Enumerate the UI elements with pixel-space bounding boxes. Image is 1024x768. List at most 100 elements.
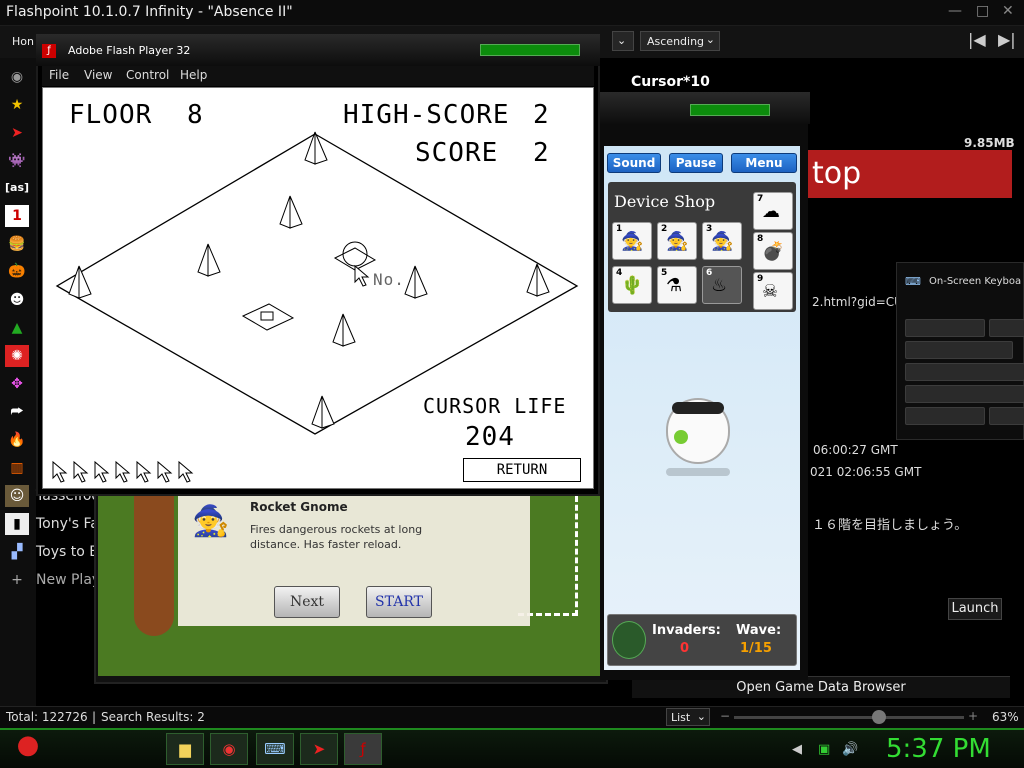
- date-modified: 021 02:06:55 GMT: [810, 465, 922, 479]
- file-size: 9.85MB: [964, 136, 1015, 150]
- osk-key[interactable]: [989, 319, 1024, 337]
- pyramid-obstacle: [68, 265, 92, 299]
- fire-icon[interactable]: 🔥: [5, 429, 29, 451]
- life-cursor-icon: [94, 460, 110, 483]
- wave-label: Wave:: [736, 623, 782, 638]
- pyramid-obstacle: [404, 265, 428, 299]
- shop-item-7[interactable]: 7 ☁: [753, 192, 793, 230]
- zoom-slider-thumb[interactable]: [871, 710, 886, 724]
- shop-item-9[interactable]: 9 ☠: [753, 272, 793, 310]
- sound-button[interactable]: Sound: [607, 153, 661, 173]
- blocks-icon[interactable]: ▞: [5, 541, 29, 563]
- separator: |: [92, 710, 97, 724]
- person-icon[interactable]: ▮: [5, 513, 29, 535]
- tree-icon[interactable]: ▲: [5, 317, 29, 339]
- dirt-path: [134, 496, 174, 636]
- order-dropdown[interactable]: ⌄: [612, 31, 634, 51]
- life-cursor-icon: [52, 460, 68, 483]
- audio-icon[interactable]: ▥: [5, 457, 29, 479]
- badge-icon[interactable]: ✺: [5, 345, 29, 367]
- folder-icon[interactable]: ▆: [166, 733, 204, 765]
- start-button[interactable]: START: [366, 586, 432, 618]
- star-icon[interactable]: ★: [5, 94, 29, 116]
- start-button-angry-bird-icon[interactable]: ●: [8, 730, 48, 768]
- pixel-icon[interactable]: ✥: [5, 373, 29, 395]
- view-mode-select[interactable]: List ⌄: [666, 708, 710, 726]
- tray-arrow-icon[interactable]: ◀: [792, 742, 802, 757]
- gnome-icon: 🧙: [666, 231, 689, 252]
- new-playlist-button[interactable]: New Play: [36, 572, 100, 588]
- close-icon[interactable]: ✕: [1002, 3, 1014, 19]
- osk-key[interactable]: [905, 363, 1024, 381]
- tower-tooltip: 🧙 Rocket Gnome Fires dangerous rockets a…: [178, 496, 530, 626]
- keyboard-icon[interactable]: ⌨: [256, 733, 294, 765]
- sidebar-right-toggle-icon[interactable]: ▶|: [998, 30, 1016, 49]
- life-cursor-icon: [157, 460, 173, 483]
- flash-player-icon: ƒ: [42, 44, 56, 58]
- eye-icon[interactable]: ◉: [5, 66, 29, 88]
- osk-key[interactable]: [905, 407, 985, 425]
- shop-item-8[interactable]: 8 💣: [753, 232, 793, 270]
- flash-player-icon[interactable]: ƒ: [344, 733, 382, 765]
- pause-button[interactable]: Pause: [669, 153, 723, 173]
- pyramid-obstacle: [311, 395, 335, 429]
- menu-control[interactable]: Control: [126, 68, 169, 82]
- osk-key[interactable]: [905, 319, 985, 337]
- flashpoint-icon[interactable]: ➤: [300, 733, 338, 765]
- share-icon[interactable]: ⮫: [5, 401, 29, 423]
- shop-item-6[interactable]: 6 ♨: [702, 266, 742, 304]
- bomb-icon: 💣: [762, 241, 785, 262]
- shop-item-3[interactable]: 3 🧙: [702, 222, 742, 260]
- zoom-level: 63%: [992, 710, 1019, 724]
- zoom-slider[interactable]: [734, 710, 964, 724]
- volume-icon[interactable]: 🔊: [842, 742, 858, 757]
- zoom-out-icon[interactable]: −: [720, 709, 730, 723]
- skull-icon: ☠: [762, 281, 779, 302]
- menu-button[interactable]: Menu: [731, 153, 797, 173]
- flash-arrow-icon[interactable]: ➤: [5, 122, 29, 144]
- shop-title: Device Shop: [614, 192, 716, 211]
- start-pad: [241, 303, 295, 331]
- sort-order-select[interactable]: Ascending ⌄: [640, 31, 720, 51]
- plus-icon[interactable]: +: [5, 569, 29, 591]
- window-title: Flashpoint 10.1.0.7 Infinity - "Absence …: [6, 4, 293, 20]
- shop-item-2[interactable]: 2 🧙: [657, 222, 697, 260]
- shop-item-4[interactable]: 4 🌵: [612, 266, 652, 304]
- chrome-icon[interactable]: ◉: [210, 733, 248, 765]
- shop-item-5[interactable]: 5 ⚗: [657, 266, 697, 304]
- space-invader-icon[interactable]: 👾: [5, 150, 29, 172]
- menu-help[interactable]: Help: [180, 68, 207, 82]
- chevron-down-icon: ⌄: [705, 33, 715, 46]
- osk-key[interactable]: [905, 385, 1024, 403]
- sidebar-left-toggle-icon[interactable]: |◀: [968, 30, 986, 49]
- flashpoint-titlebar: Flashpoint 10.1.0.7 Infinity - "Absence …: [0, 0, 1024, 26]
- osk-key[interactable]: [989, 407, 1024, 425]
- osk-key[interactable]: [905, 341, 1013, 359]
- tab-home[interactable]: Hon: [12, 35, 34, 48]
- chevron-down-icon: ⌄: [617, 34, 627, 47]
- burger-icon[interactable]: 🍔: [5, 233, 29, 255]
- avatar-icon[interactable]: ☺: [5, 485, 29, 507]
- minimize-icon[interactable]: —: [948, 3, 962, 19]
- game-stage[interactable]: FLOOR 8 HIGH-SCORE 2 SCORE 2 CURSOR LIFE…: [42, 87, 594, 489]
- game-url[interactable]: 2.html?gid=CU: [812, 295, 903, 309]
- shop-item-1[interactable]: 1 🧙: [612, 222, 652, 260]
- zoom-in-icon[interactable]: +: [968, 709, 978, 723]
- cactus-icon: 🌵: [621, 275, 644, 296]
- invaders-value: 0: [680, 641, 690, 656]
- next-button[interactable]: Next: [274, 586, 340, 618]
- network-icon[interactable]: ▣: [818, 742, 830, 757]
- face-icon[interactable]: ☻: [5, 289, 29, 311]
- menu-file[interactable]: File: [49, 68, 69, 82]
- robot-mascot-icon: [662, 392, 738, 476]
- maximize-icon[interactable]: □: [976, 3, 989, 19]
- flash-player-titlebar[interactable]: ƒ Adobe Flash Player 32: [36, 34, 600, 66]
- playlist-item-label[interactable]: Tony's Fa: [36, 516, 99, 532]
- as-icon[interactable]: [as]: [5, 177, 29, 199]
- one-icon[interactable]: 1: [5, 205, 29, 227]
- menu-view[interactable]: View: [84, 68, 112, 82]
- pumpkin-icon[interactable]: 🎃: [5, 260, 29, 282]
- launch-button[interactable]: Launch: [948, 598, 1002, 620]
- taskbar-clock[interactable]: 5:37 PM: [886, 734, 991, 764]
- playlist-item-label[interactable]: Toys to E: [36, 544, 98, 560]
